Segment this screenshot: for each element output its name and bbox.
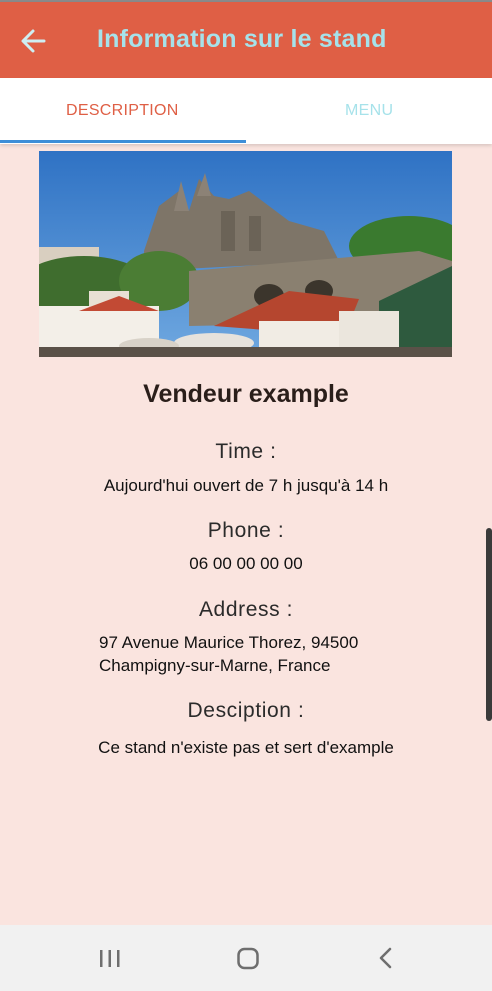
back-button[interactable]: [14, 22, 54, 62]
home-icon: [237, 947, 259, 970]
system-nav-bar: [0, 925, 492, 991]
phone-value: 06 00 00 00 00: [189, 554, 303, 573]
app-bar: Information sur le stand: [0, 2, 492, 78]
stand-photo: [39, 151, 452, 357]
arrow-left-icon: [21, 29, 46, 53]
tab-description[interactable]: DESCRIPTION: [0, 78, 246, 144]
time-label: Time :: [215, 440, 277, 463]
description-value: Ce stand n'existe pas et sert d'example: [98, 738, 394, 757]
back-chevron-icon: [379, 947, 392, 969]
vendor-name: Vendeur example: [143, 380, 349, 408]
active-tab-indicator: [0, 140, 246, 143]
page-title: Information sur le stand: [97, 25, 387, 53]
address-label: Address :: [198, 598, 294, 621]
home-button[interactable]: [226, 941, 270, 975]
recent-apps-button[interactable]: [88, 941, 132, 975]
system-back-button[interactable]: [364, 941, 408, 975]
time-value: Aujourd'hui ouvert de 7 h jusqu'à 14 h: [103, 476, 389, 495]
tab-menu[interactable]: MENU: [246, 78, 492, 144]
tab-bar: DESCRIPTION MENU: [0, 78, 492, 144]
description-label: Desciption :: [187, 699, 305, 722]
address-line-2: Champigny-sur-Marne, France: [99, 656, 331, 675]
recent-apps-icon: [100, 950, 120, 967]
phone-label: Phone :: [207, 519, 285, 542]
scrollbar[interactable]: [486, 528, 492, 721]
address-line-1: 97 Avenue Maurice Thorez, 94500: [99, 633, 359, 652]
